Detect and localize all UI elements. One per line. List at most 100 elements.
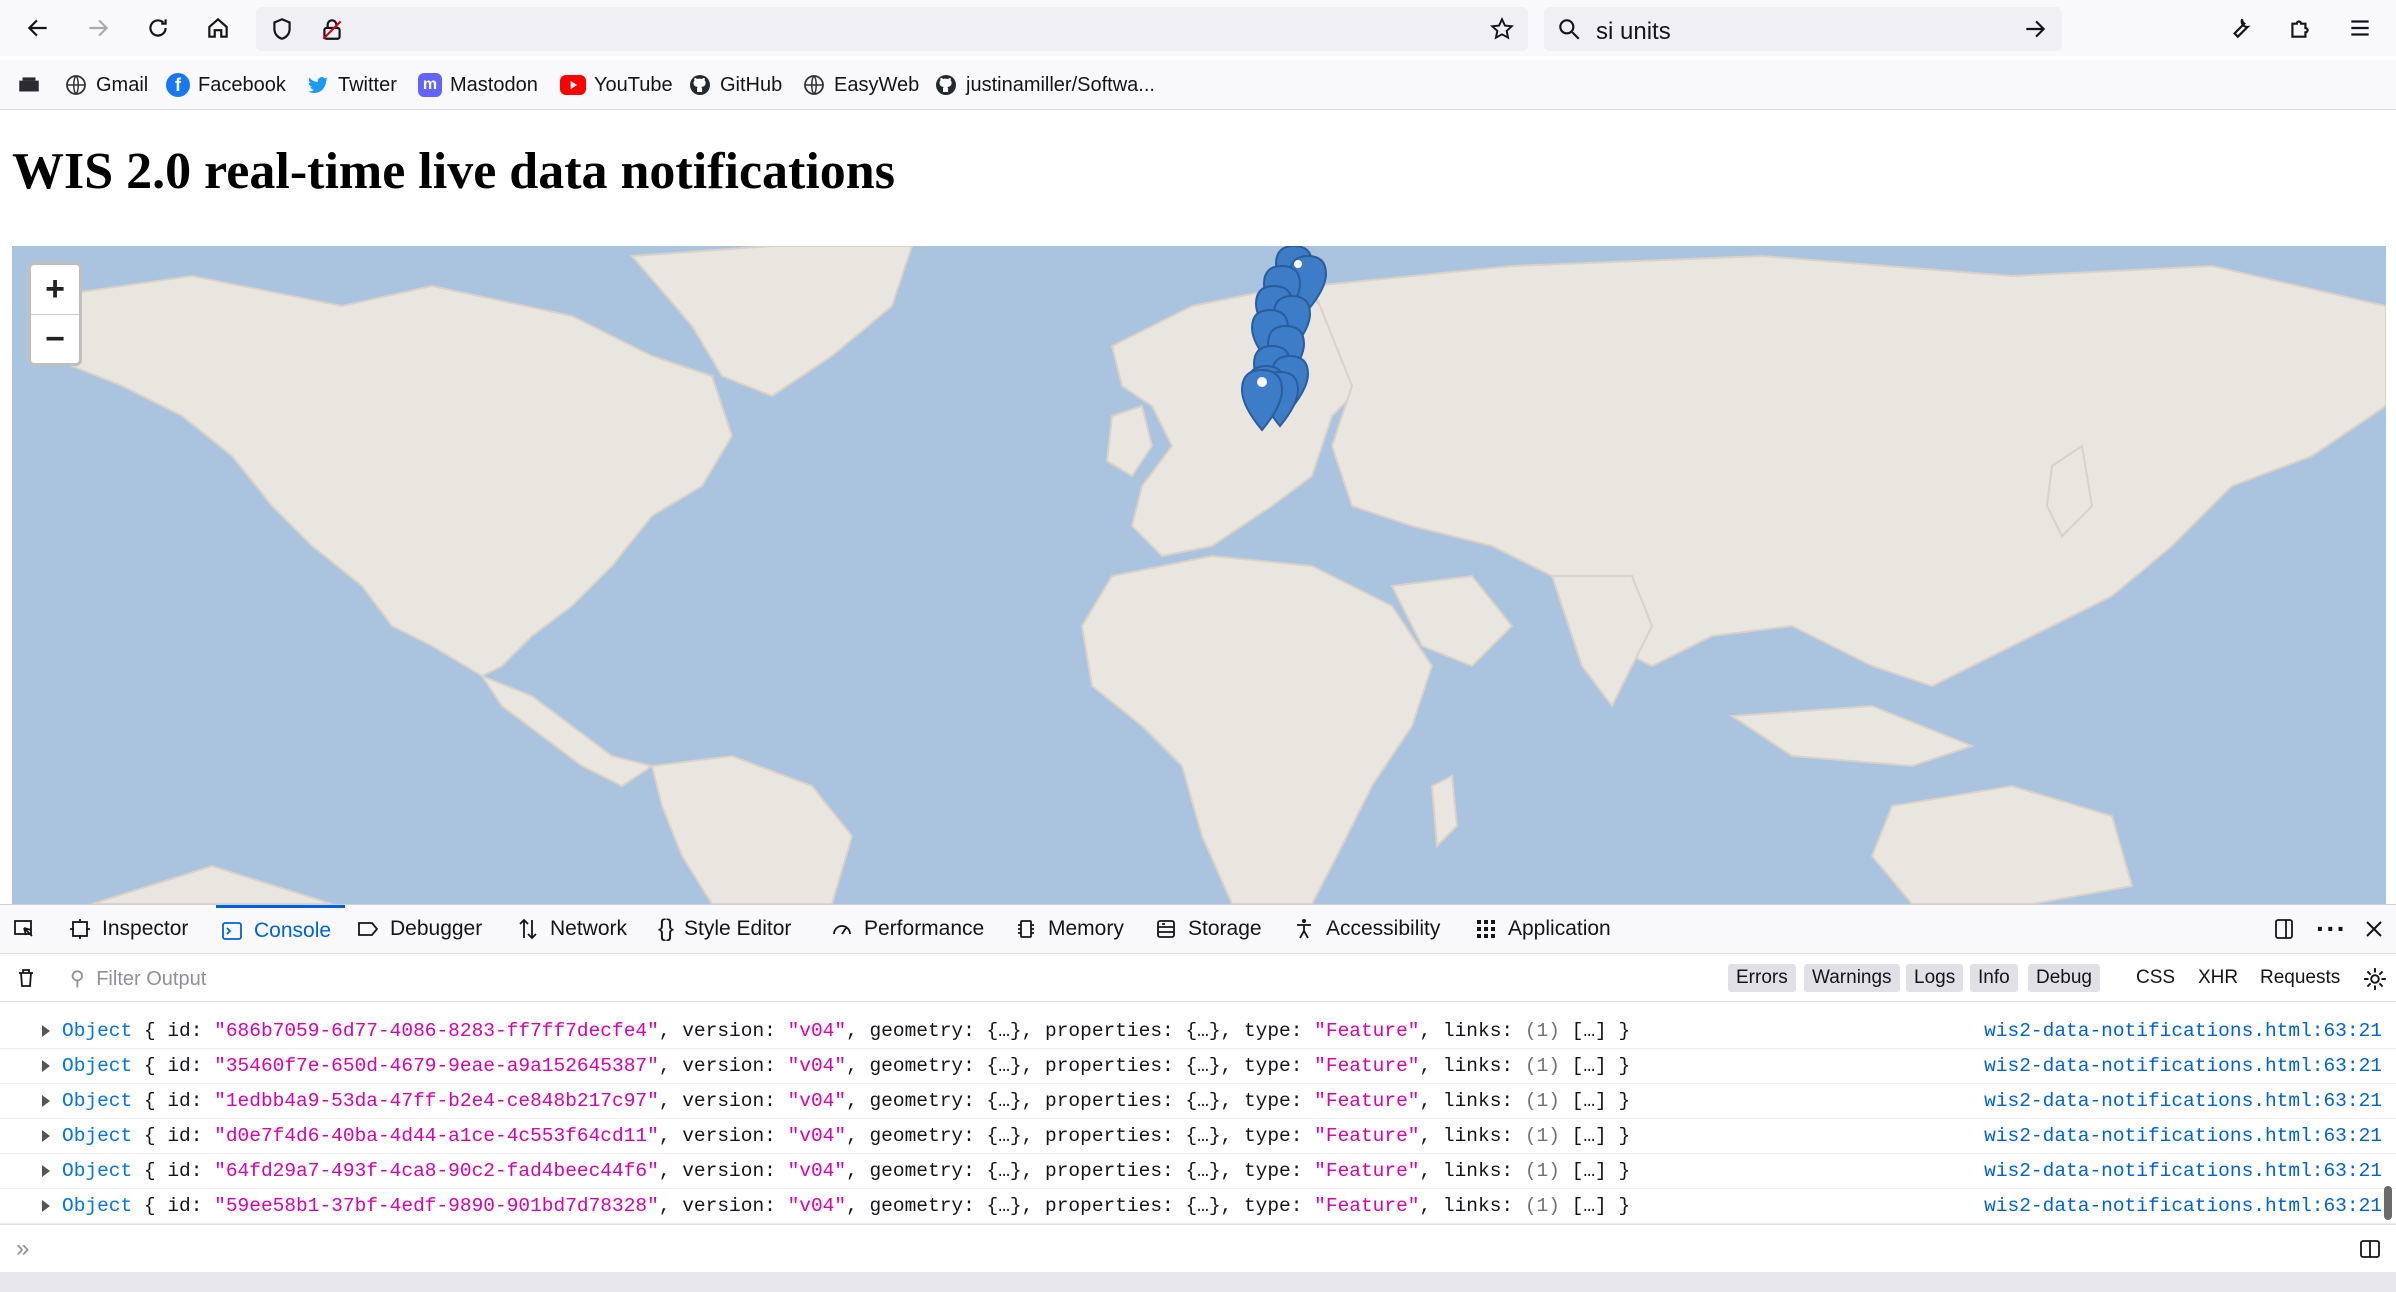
gauge-icon [833, 925, 851, 935]
url-bar[interactable] [256, 7, 1528, 51]
settings-gear-icon[interactable] [2362, 966, 2388, 992]
home-icon [208, 17, 228, 38]
go-arrow-icon[interactable] [2022, 16, 2048, 42]
tab-console[interactable]: Console [216, 905, 346, 953]
zoom-out-button[interactable]: − [31, 314, 79, 363]
land-central-america [479, 673, 655, 788]
log-row[interactable]: Object { id: "59ee58b1-37bf-4edf-9890-90… [0, 1189, 2396, 1224]
editor-mode-icon[interactable] [2358, 1237, 2382, 1261]
bookmark-gmail[interactable]: Gmail [64, 72, 148, 98]
expand-triangle-icon[interactable] [42, 1095, 50, 1107]
expand-triangle-icon[interactable] [42, 1200, 50, 1212]
filter-icon: ⚲ [70, 968, 85, 990]
tab-application[interactable]: Application [1474, 905, 1611, 953]
log-source-link[interactable]: wis2-data-notifications.html:63:21 [1984, 1195, 2382, 1217]
zoom-in-button[interactable]: + [31, 265, 79, 314]
close-devtools-button[interactable] [2362, 905, 2386, 953]
land-madagascar [1430, 774, 1459, 849]
pick-element-button[interactable] [12, 905, 36, 953]
log-source-link[interactable]: wis2-data-notifications.html:63:21 [1984, 1125, 2382, 1147]
close-icon [2366, 921, 2382, 937]
reload-button[interactable] [140, 10, 176, 46]
bookmark-justinamiller[interactable]: justinamiller/Softwa... [934, 72, 1155, 98]
log-source-link[interactable]: wis2-data-notifications.html:63:21 [1984, 1020, 2382, 1042]
bookmark-easyweb[interactable]: EasyWeb [802, 72, 919, 98]
filter-warnings-button[interactable]: Warnings [1804, 964, 1900, 992]
bookmark-youtube[interactable]: YouTube [560, 72, 673, 98]
braces-icon: {} [658, 915, 675, 942]
mastodon-icon: m [418, 73, 442, 97]
bookmarks-toolbar: Gmail f Facebook Twitter m Mastodon YouT… [0, 60, 2396, 110]
console-scrollbar[interactable] [2384, 1186, 2392, 1220]
world-map-tiles [50, 246, 2386, 904]
log-source-link[interactable]: wis2-data-notifications.html:63:21 [1984, 1055, 2382, 1077]
bookmark-facebook[interactable]: f Facebook [166, 72, 286, 98]
tab-storage[interactable]: Storage [1154, 905, 1262, 953]
expand-triangle-icon[interactable] [42, 1060, 50, 1072]
bookmark-mastodon[interactable]: m Mastodon [418, 72, 538, 98]
tab-accessibility[interactable]: Accessibility [1292, 905, 1440, 953]
dock-button[interactable] [2272, 905, 2296, 953]
log-row[interactable]: Object { id: "64fd29a7-493f-4ca8-90c2-fa… [0, 1154, 2396, 1189]
filter-info-button[interactable]: Info [1970, 964, 2018, 992]
tab-memory[interactable]: Memory [1014, 905, 1124, 953]
devtools-wrench-button[interactable] [2222, 10, 2258, 46]
filter-xhr-button[interactable]: XHR [2190, 964, 2246, 992]
bookmarks-menu[interactable] [16, 72, 42, 98]
console-input[interactable]: » [0, 1224, 2396, 1272]
permissions-button[interactable] [314, 11, 350, 47]
bookmark-twitter[interactable]: Twitter [306, 72, 397, 98]
reload-icon [149, 19, 167, 37]
filter-debug-button[interactable]: Debug [2028, 964, 2100, 992]
land-antarctica-edge [91, 864, 333, 904]
expand-triangle-icon[interactable] [42, 1165, 50, 1177]
globe-icon [802, 73, 826, 97]
filter-output-input[interactable]: ⚲ Filter Output [70, 966, 206, 991]
extensions-button[interactable] [2282, 10, 2318, 46]
more-options-button[interactable]: ··· [2316, 905, 2347, 953]
globe-icon [64, 73, 88, 97]
forward-button[interactable] [80, 10, 116, 46]
search-icon [1559, 19, 1580, 40]
log-source-link[interactable]: wis2-data-notifications.html:63:21 [1984, 1090, 2382, 1112]
log-source-link[interactable]: wis2-data-notifications.html:63:21 [1984, 1160, 2382, 1182]
expand-triangle-icon[interactable] [42, 1025, 50, 1037]
log-row[interactable]: Object { id: "35460f7e-650d-4679-9eae-a9… [0, 1049, 2396, 1084]
filter-errors-button[interactable]: Errors [1728, 964, 1796, 992]
land-australia [1870, 784, 2134, 904]
trash-icon[interactable] [14, 966, 38, 990]
tab-inspector[interactable]: Inspector [68, 905, 188, 953]
inspector-icon [70, 919, 90, 939]
tab-style-editor[interactable]: {} Style Editor [658, 905, 791, 953]
window-bottom-edge [0, 1272, 2396, 1292]
bookmark-github[interactable]: GitHub [688, 72, 782, 98]
tab-debugger[interactable]: Debugger [356, 905, 482, 953]
filter-css-button[interactable]: CSS [2128, 964, 2183, 992]
land-india [1550, 575, 1654, 708]
filter-requests-button[interactable]: Requests [2252, 964, 2348, 992]
tab-network[interactable]: Network [516, 905, 627, 953]
search-text: si units [1596, 18, 1671, 45]
shield-icon [273, 18, 291, 40]
tracking-protection-button[interactable] [264, 11, 300, 47]
world-map[interactable]: + − [12, 246, 2386, 904]
hamburger-icon [2351, 20, 2369, 36]
search-bar[interactable]: si units [1544, 7, 2062, 51]
filter-logs-button[interactable]: Logs [1906, 964, 1964, 992]
console-output[interactable]: Object { id: "686b7059-6d77-4086-8283-ff… [0, 1002, 2396, 1224]
log-row[interactable]: Object { id: "1edbb4a9-53da-47ff-b2e4-ce… [0, 1084, 2396, 1119]
back-button[interactable] [20, 10, 56, 46]
expand-triangle-icon[interactable] [42, 1130, 50, 1142]
log-row[interactable]: Object { id: "686b7059-6d77-4086-8283-ff… [0, 1014, 2396, 1049]
log-row[interactable]: Object { id: "d0e7f4d6-40ba-4d44-a1ce-4c… [0, 1119, 2396, 1154]
tab-performance[interactable]: Performance [830, 905, 984, 953]
accessibility-icon [1297, 919, 1311, 939]
twitter-icon [306, 73, 330, 97]
home-button[interactable] [200, 10, 236, 46]
bookmark-star-button[interactable] [1484, 11, 1520, 47]
menu-button[interactable] [2342, 10, 2378, 46]
console-icon [222, 921, 242, 940]
land-south-america [650, 754, 854, 904]
memory-icon [1018, 920, 1034, 938]
log-message: Object { id: "59ee58b1-37bf-4edf-9890-90… [62, 1195, 1631, 1217]
